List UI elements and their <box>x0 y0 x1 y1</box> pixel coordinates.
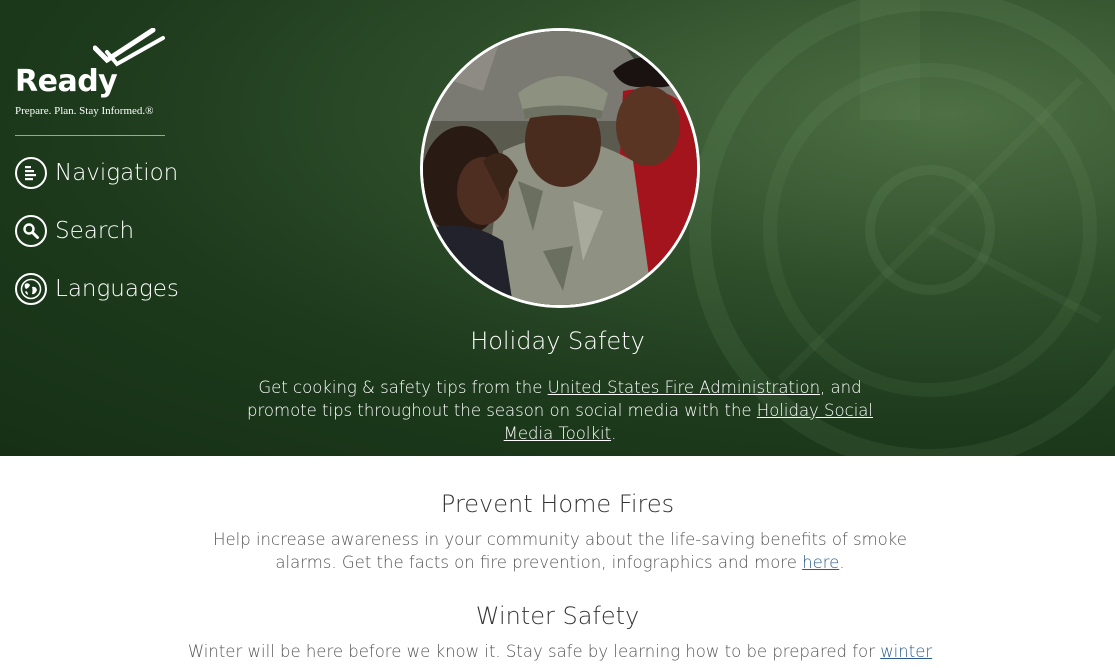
globe-icon <box>15 273 47 305</box>
languages-label: Languages <box>55 276 179 302</box>
usfa-link[interactable]: United States Fire Administration <box>548 378 820 397</box>
hero-text-part: . <box>611 424 617 443</box>
section-text-part: Winter will be here before we know it. S… <box>187 642 881 661</box>
section-text-part: . <box>839 553 845 572</box>
section-title-winter-safety: Winter Safety <box>475 602 640 630</box>
winter-link[interactable]: winter <box>880 642 932 661</box>
hero-description: Get cooking & safety tips from the Unite… <box>225 376 895 445</box>
fire-prevention-here-link[interactable]: here <box>802 553 839 572</box>
list-icon <box>15 157 47 189</box>
section-title-prevent-home-fires: Prevent Home Fires <box>440 490 675 518</box>
hero-banner: Ready Prepare. Plan. Stay Informed.® Nav… <box>0 0 1115 456</box>
ready-logo[interactable]: Ready Prepare. Plan. Stay Informed.® <box>15 28 170 123</box>
section-text-prevent-home-fires: Help increase awareness in your communit… <box>185 528 935 574</box>
search-icon <box>15 215 47 247</box>
hero-text-part: Get cooking & safety tips from the <box>258 378 548 397</box>
soldier-family-photo <box>423 31 697 305</box>
hero-title: Holiday Safety <box>470 327 645 355</box>
logo-wordmark: Ready <box>15 64 118 99</box>
navigation-label: Navigation <box>55 160 179 186</box>
languages-button[interactable]: Languages <box>15 272 179 306</box>
hero-photo <box>420 28 700 308</box>
logo-tagline: Prepare. Plan. Stay Informed.® <box>15 105 154 117</box>
search-button[interactable]: Search <box>15 214 134 248</box>
search-label: Search <box>55 218 135 244</box>
navigation-menu-button[interactable]: Navigation <box>15 156 178 190</box>
section-text-winter-safety: Winter will be here before we know it. S… <box>185 640 935 663</box>
sidebar-divider <box>15 135 165 136</box>
